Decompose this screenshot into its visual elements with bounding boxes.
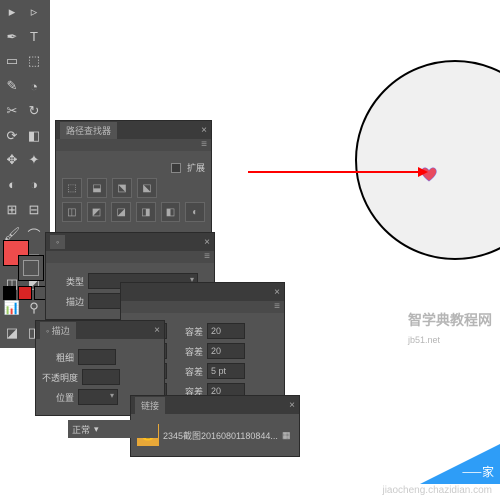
status-bar: 正常 ▾: [68, 420, 158, 438]
tool-4[interactable]: ▭: [2, 51, 22, 71]
tool-15[interactable]: ◑: [24, 175, 44, 195]
circle-shape: [355, 60, 500, 260]
pathfinder-mode-6[interactable]: ◪: [111, 202, 131, 222]
opacity-input[interactable]: [82, 369, 120, 385]
link-item-row[interactable]: 🐱 2345截图20160801180844... ▦: [137, 424, 293, 446]
arrow-annotation-head: [418, 167, 428, 177]
pathfinder-tab[interactable]: 路径查找器: [60, 122, 117, 139]
pathfinder-mode-1[interactable]: ⬓: [87, 178, 107, 198]
tool-11[interactable]: ◧: [24, 126, 44, 146]
tolerance-input[interactable]: [207, 343, 245, 359]
links-tab[interactable]: 链接: [135, 397, 165, 414]
blend-mode-label: 正常: [72, 423, 90, 436]
pathfinder-mode-8[interactable]: ◧: [161, 202, 181, 222]
tool-13[interactable]: ✦: [24, 150, 44, 170]
tool-0[interactable]: ▸: [2, 2, 22, 22]
tolerance-label: 容差: [171, 325, 203, 338]
panel-menu-icon[interactable]: ≡: [201, 139, 207, 151]
mini-swatch-red[interactable]: [18, 286, 31, 300]
panel-menu-icon[interactable]: ≡: [274, 301, 280, 313]
tolerance-label: 容差: [171, 365, 203, 378]
extend-checkbox[interactable]: [171, 163, 181, 173]
close-icon[interactable]: ×: [274, 287, 280, 298]
tool-8[interactable]: ✂: [2, 101, 22, 121]
mini-swatch-black[interactable]: [3, 286, 16, 300]
thickness-input[interactable]: [78, 349, 116, 365]
arrow-annotation-line: [248, 171, 420, 173]
tool-10[interactable]: ⟳: [2, 126, 22, 146]
tool-5[interactable]: ⬚: [24, 51, 44, 71]
pathfinder-mode-0[interactable]: ⬚: [62, 178, 82, 198]
tool-2[interactable]: ✒: [2, 27, 22, 47]
tool-9[interactable]: ↻: [24, 101, 44, 121]
pathfinder-mode-3[interactable]: ⬕: [137, 178, 157, 198]
thickness-label: 粗细: [42, 351, 74, 364]
close-icon[interactable]: ×: [154, 325, 160, 336]
opacity-label: 不透明度: [42, 371, 78, 384]
tolerance-input[interactable]: [207, 323, 245, 339]
pathfinder-panel: 路径查找器 × ≡ 扩展 ⬚⬓⬔⬕ ◫◩◪◨◧◐: [55, 120, 212, 233]
link-embed-icon: ▦: [282, 430, 291, 441]
pathfinder-mode-5[interactable]: ◩: [87, 202, 107, 222]
close-icon[interactable]: ×: [289, 400, 295, 411]
tool-7[interactable]: ◔: [24, 76, 44, 96]
stroke-swatch[interactable]: [18, 255, 44, 281]
close-icon[interactable]: ×: [201, 125, 207, 136]
mini-swatches: [0, 283, 50, 303]
tool-12[interactable]: ✥: [2, 150, 22, 170]
tool-26[interactable]: ◪: [2, 323, 22, 343]
stroke-tab[interactable]: ◦ 描边: [40, 322, 76, 339]
watermark-sub: jiaocheng.chazidian.com: [382, 485, 492, 496]
corner-badge-text: ⸺家: [462, 463, 494, 480]
panel-menu-icon[interactable]: ≡: [204, 251, 210, 263]
tool-17[interactable]: ⊟: [24, 200, 44, 220]
pathfinder-mode-7[interactable]: ◨: [136, 202, 156, 222]
type-tab[interactable]: ◦: [50, 235, 65, 249]
type-label: 类型: [52, 275, 84, 288]
tool-16[interactable]: ⊞: [2, 200, 22, 220]
pathfinder-mode-2[interactable]: ⬔: [112, 178, 132, 198]
pathfinder-mode-9[interactable]: ◐: [185, 202, 205, 222]
position-dropdown[interactable]: [78, 389, 118, 405]
tool-1[interactable]: ▹: [24, 2, 44, 22]
stroke-label: 描边: [52, 295, 84, 308]
watermark-main: 智学典教程网jb51.net: [408, 310, 492, 346]
tool-14[interactable]: ◐: [2, 175, 22, 195]
extend-label: 扩展: [187, 161, 205, 174]
tool-3[interactable]: T: [24, 27, 44, 47]
chevron-down-icon[interactable]: ▾: [94, 424, 99, 435]
link-filename: 2345截图20160801180844...: [163, 429, 278, 442]
tool-6[interactable]: ✎: [2, 76, 22, 96]
position-label: 位置: [42, 391, 74, 404]
close-icon[interactable]: ×: [204, 237, 210, 248]
tolerance-input[interactable]: [207, 363, 245, 379]
tolerance-label: 容差: [171, 345, 203, 358]
pathfinder-mode-4[interactable]: ◫: [62, 202, 82, 222]
